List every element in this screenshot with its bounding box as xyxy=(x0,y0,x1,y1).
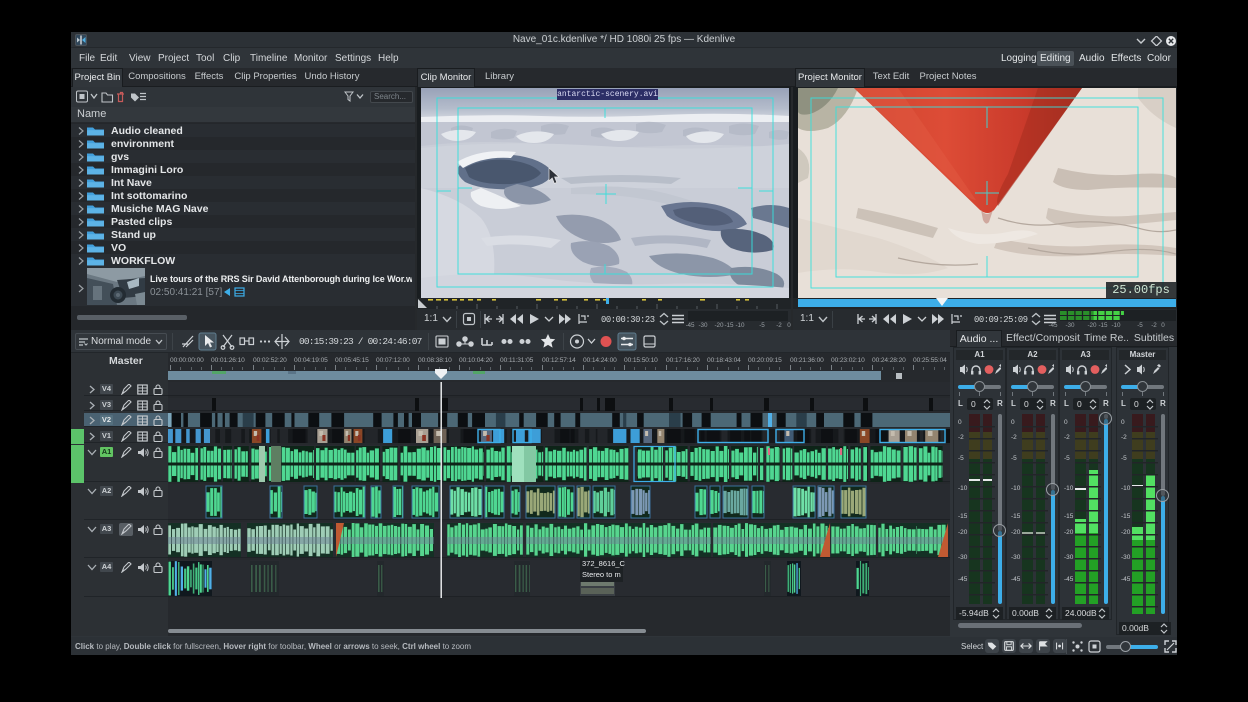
svg-text:00:02:52:20: 00:02:52:20 xyxy=(253,357,287,364)
svg-text:00:23:02:10: 00:23:02:10 xyxy=(831,357,865,364)
svg-text:-2: -2 xyxy=(776,322,782,329)
svg-text:00:14:24:00: 00:14:24:00 xyxy=(583,357,617,364)
svg-text:00:25:55:04: 00:25:55:04 xyxy=(913,357,947,364)
svg-text:-2: -2 xyxy=(1151,322,1157,329)
svg-text:-45: -45 xyxy=(686,322,695,329)
svg-text:00:04:19:05: 00:04:19:05 xyxy=(294,357,328,364)
svg-text:00:20:09:15: 00:20:09:15 xyxy=(748,357,782,364)
svg-text:-30: -30 xyxy=(698,322,708,329)
svg-text:-45: -45 xyxy=(1048,322,1058,329)
svg-text:00:10:04:20: 00:10:04:20 xyxy=(459,357,493,364)
svg-text:00:08:38:10: 00:08:38:10 xyxy=(418,357,452,364)
svg-text:-10: -10 xyxy=(735,322,745,329)
svg-text:00:12:57:14: 00:12:57:14 xyxy=(542,357,576,364)
svg-text:-30: -30 xyxy=(1065,322,1075,329)
svg-text:00:24:28:20: 00:24:28:20 xyxy=(872,357,906,364)
svg-text:00:18:43:04: 00:18:43:04 xyxy=(707,357,741,364)
svg-text:-15: -15 xyxy=(724,322,734,329)
svg-text:00:00:00:00: 00:00:00:00 xyxy=(170,357,204,364)
svg-text:00:21:36:00: 00:21:36:00 xyxy=(790,357,824,364)
svg-text:-20: -20 xyxy=(714,322,724,329)
svg-text:-15: -15 xyxy=(1098,322,1108,329)
svg-text:00:17:16:20: 00:17:16:20 xyxy=(666,357,700,364)
svg-text:-5: -5 xyxy=(759,322,765,329)
svg-text:00:05:45:15: 00:05:45:15 xyxy=(335,357,369,364)
svg-text:-20: -20 xyxy=(1087,322,1097,329)
svg-text:0: 0 xyxy=(1161,322,1165,329)
svg-text:00:11:31:05: 00:11:31:05 xyxy=(500,357,534,364)
svg-text:-10: -10 xyxy=(1111,322,1121,329)
svg-text:00:07:12:00: 00:07:12:00 xyxy=(376,357,410,364)
svg-text:00:15:50:10: 00:15:50:10 xyxy=(624,357,658,364)
svg-text:0: 0 xyxy=(787,322,791,329)
svg-text:-5: -5 xyxy=(1137,322,1143,329)
svg-text:00:01:26:10: 00:01:26:10 xyxy=(211,357,245,364)
